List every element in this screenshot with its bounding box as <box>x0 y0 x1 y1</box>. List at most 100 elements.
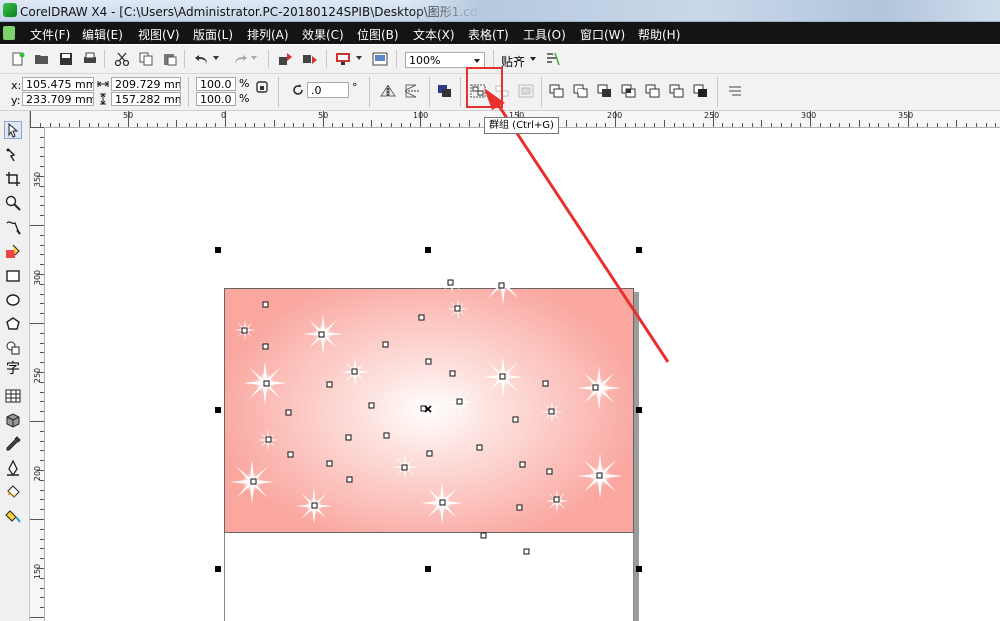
zoom-level-select[interactable]: 100% <box>405 52 485 68</box>
menu-table[interactable]: 表格(T) <box>468 26 509 43</box>
zoom-level-value: 100% <box>409 54 441 67</box>
mirror-horizontal-icon[interactable] <box>380 84 396 98</box>
trim-icon[interactable] <box>597 84 613 98</box>
zoom-tool-icon[interactable] <box>5 195 21 211</box>
front-minus-back-icon[interactable] <box>669 84 685 98</box>
intersect-icon[interactable] <box>621 84 637 98</box>
menu-file[interactable]: 文件(F) <box>30 26 70 43</box>
hruler-label: 300 <box>801 111 817 120</box>
x-position-field[interactable]: 105.475 mm <box>22 77 94 91</box>
text-tool-icon[interactable]: 字 <box>5 361 21 377</box>
export-icon[interactable] <box>302 52 318 66</box>
crop-tool-icon[interactable] <box>5 171 21 187</box>
to-front-icon[interactable] <box>437 84 453 98</box>
undo-icon[interactable] <box>194 52 210 66</box>
menu-bar: 文件(F) 编辑(E) 视图(V) 版面(L) 排列(A) 效果(C) 位图(B… <box>0 22 1000 44</box>
simplify-icon[interactable] <box>645 84 661 98</box>
ellipse-tool-icon[interactable] <box>5 292 21 308</box>
hruler-label: 250 <box>704 111 720 120</box>
menu-bitmaps[interactable]: 位图(B) <box>357 26 399 43</box>
drawing-page[interactable] <box>224 533 634 621</box>
hruler-label: 50 <box>318 111 329 120</box>
scale-y-percent: % <box>239 92 250 105</box>
save-icon[interactable] <box>58 52 74 66</box>
outline-tool-icon[interactable] <box>5 460 21 476</box>
x-label: x: <box>11 79 22 92</box>
snap-dropdown-icon[interactable] <box>529 55 537 63</box>
scale-x-percent: % <box>239 77 250 90</box>
rectangle-tool-icon[interactable] <box>5 268 21 284</box>
menu-arrange[interactable]: 排列(A) <box>247 26 289 43</box>
welcome-screen-icon[interactable] <box>372 52 388 66</box>
redo-icon[interactable] <box>232 52 248 66</box>
vertical-ruler[interactable]: 350 300 250 200 150 <box>30 127 45 621</box>
options-icon[interactable] <box>545 52 561 66</box>
smart-fill-icon[interactable] <box>5 244 21 260</box>
launcher-dropdown-icon[interactable] <box>355 54 363 62</box>
rotation-icon <box>293 84 303 95</box>
scale-x-field[interactable]: 100.0 <box>196 77 236 91</box>
document-icon[interactable] <box>3 26 15 40</box>
page-shadow <box>634 292 639 621</box>
table-tool-icon[interactable] <box>5 388 21 404</box>
undo-dropdown-icon[interactable] <box>212 54 220 62</box>
menu-layout[interactable]: 版面(L) <box>193 26 233 43</box>
open-folder-icon[interactable] <box>34 52 50 66</box>
eyedropper-icon[interactable] <box>5 436 21 452</box>
new-document-icon[interactable] <box>10 52 26 66</box>
mirror-vertical-icon[interactable] <box>404 84 420 98</box>
cut-icon[interactable] <box>114 52 130 66</box>
height-icon <box>100 93 106 105</box>
hruler-label: 50 <box>123 111 134 120</box>
paste-icon[interactable] <box>162 52 178 66</box>
menu-edit[interactable]: 编辑(E) <box>82 26 123 43</box>
coreldraw-app-icon <box>3 3 17 17</box>
menu-window[interactable]: 窗口(W) <box>580 26 625 43</box>
y-label: y: <box>11 94 21 107</box>
height-field[interactable]: 157.282 mm <box>111 92 181 106</box>
copy-icon[interactable] <box>138 52 154 66</box>
pick-tool-icon[interactable] <box>4 121 22 139</box>
title-bar: CorelDRAW X4 - [C:\Users\Administrator.P… <box>0 0 1000 22</box>
zoom-dropdown-icon[interactable] <box>473 57 481 65</box>
import-icon[interactable] <box>278 52 294 66</box>
vruler-label: 300 <box>33 269 43 286</box>
hruler-label: 350 <box>898 111 914 120</box>
title-bar-blurred-region <box>410 0 1000 21</box>
menu-text[interactable]: 文本(X) <box>413 26 455 43</box>
freehand-tool-icon[interactable] <box>5 219 21 235</box>
rotation-angle-field[interactable]: .0 <box>307 82 349 98</box>
print-icon[interactable] <box>82 52 98 66</box>
vruler-label: 200 <box>33 465 43 482</box>
gradient-artwork[interactable] <box>224 288 634 533</box>
menu-help[interactable]: 帮助(H) <box>638 26 680 43</box>
lock-ratio-icon[interactable] <box>255 80 269 94</box>
scale-y-field[interactable]: 100.0 <box>196 92 236 106</box>
shape-tool-icon[interactable] <box>5 147 21 163</box>
interactive-tool-icon[interactable] <box>5 412 21 428</box>
ungroup-all-icon[interactable] <box>518 84 534 98</box>
y-position-field[interactable]: 233.709 mm <box>22 92 94 106</box>
polygon-tool-icon[interactable] <box>5 316 21 332</box>
application-launcher-icon[interactable] <box>335 52 351 66</box>
interactive-fill-icon[interactable] <box>5 508 21 524</box>
combine-icon[interactable] <box>549 84 565 98</box>
menu-view[interactable]: 视图(V) <box>138 26 180 43</box>
redo-dropdown-icon[interactable] <box>250 54 258 62</box>
fill-tool-icon[interactable] <box>5 484 21 500</box>
weld-icon[interactable] <box>573 84 589 98</box>
toolbox: 字 <box>0 111 30 621</box>
degree-symbol: ° <box>352 81 358 94</box>
menu-effects[interactable]: 效果(C) <box>302 26 344 43</box>
group-tooltip: 群组 (Ctrl+G) <box>484 117 559 134</box>
vruler-label: 250 <box>33 367 43 384</box>
width-field[interactable]: 209.729 mm <box>111 77 181 91</box>
basic-shapes-icon[interactable] <box>5 340 21 356</box>
snap-to-label[interactable]: 贴齐 <box>501 53 525 70</box>
group-button-highlight <box>466 67 503 108</box>
create-boundary-icon[interactable] <box>727 84 743 98</box>
menu-tools[interactable]: 工具(O) <box>523 26 566 43</box>
hruler-label: 100 <box>413 111 429 120</box>
vruler-label: 350 <box>33 171 43 188</box>
back-minus-front-icon[interactable] <box>693 84 709 98</box>
